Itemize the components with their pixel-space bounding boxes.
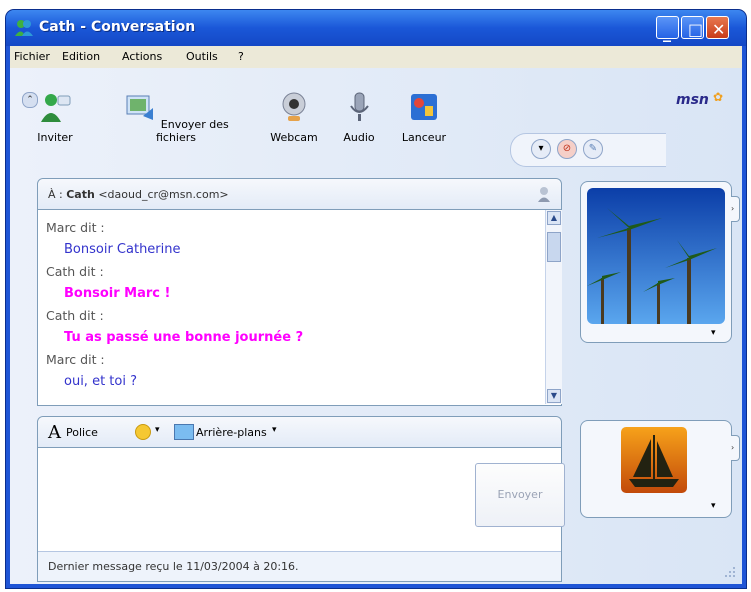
display-picture-menu-icon[interactable]: ▾ xyxy=(711,328,716,338)
menu-edition[interactable]: Edition xyxy=(62,50,100,63)
font-icon[interactable]: A xyxy=(48,422,61,443)
block-contact-button[interactable]: ⊘ xyxy=(557,139,577,159)
message-history[interactable]: Marc dit : Bonsoir Catherine Cath dit : Bon… xyxy=(38,210,545,404)
customize-button[interactable]: ✎ xyxy=(583,139,603,159)
invite-button[interactable]: Inviter xyxy=(30,90,80,144)
msn-logo: msn xyxy=(676,92,709,108)
emoticon-icon[interactable] xyxy=(135,424,151,440)
expand-contact-picture-button[interactable]: › xyxy=(731,196,740,222)
background-image-icon[interactable] xyxy=(174,424,194,440)
recipient-name: Cath xyxy=(66,188,95,201)
message-line: oui, et toi ? xyxy=(64,374,137,389)
menu-fichier[interactable]: Fichier xyxy=(14,50,50,63)
compose-panel: A Police ▾ Arrière-plans ▾ Envoyer Derni… xyxy=(37,416,565,582)
speaker-line: Cath dit : xyxy=(46,308,104,323)
menu-actions[interactable]: Actions xyxy=(122,50,162,63)
sailboat-picture[interactable] xyxy=(621,427,687,493)
window-client-area: ⌃ Inviter Envoyer des fichiers Webcam Au… xyxy=(10,68,742,584)
conversation-panel: À : Cath <daoud_cr@msn.com> Marc dit : Bo… xyxy=(37,178,562,406)
invite-label: Inviter xyxy=(37,131,73,144)
background-label[interactable]: Arrière-plans xyxy=(196,426,267,439)
message-line: Bonsoir Marc ! xyxy=(64,286,171,301)
message-line: Bonsoir Catherine xyxy=(64,242,181,257)
window-title: Cath - Conversation xyxy=(39,19,196,35)
maximize-button[interactable]: □ xyxy=(681,16,704,39)
invite-contact-icon xyxy=(41,94,71,122)
compose-toolbar: A Police ▾ Arrière-plans ▾ xyxy=(38,417,561,448)
webcam-icon xyxy=(282,92,306,121)
font-label[interactable]: Police xyxy=(66,426,98,439)
launcher-button[interactable]: Lanceur xyxy=(393,90,455,144)
speaker-line: Cath dit : xyxy=(46,264,104,279)
title-bar[interactable]: Cath - Conversation _ □ ✕ xyxy=(6,10,746,46)
conversation-window: Cath - Conversation _ □ ✕ Fichier Editio… xyxy=(6,10,746,588)
menu-outils[interactable]: Outils xyxy=(186,50,218,63)
scroll-thumb[interactable] xyxy=(547,232,561,262)
close-button[interactable]: ✕ xyxy=(706,16,729,39)
contact-display-picture-frame: ▾ xyxy=(580,181,732,343)
audio-label: Audio xyxy=(343,131,375,144)
expand-my-picture-button[interactable]: › xyxy=(731,435,740,461)
message-line: Tu as passé une bonne journée ? xyxy=(64,330,304,345)
status-bar: Dernier message reçu le 11/03/2004 à 20:… xyxy=(38,551,561,581)
recipient-prefix: À : xyxy=(48,188,63,201)
palm-trees-picture[interactable] xyxy=(587,188,725,324)
launcher-label: Lanceur xyxy=(401,131,447,144)
menu-bar: Fichier Edition Actions Outils ? xyxy=(10,46,742,68)
last-message-status: Dernier message reçu le 11/03/2004 à 20:… xyxy=(48,560,299,573)
speaker-line: Marc dit : xyxy=(46,352,105,367)
send-files-icon xyxy=(126,95,154,120)
send-files-button[interactable]: Envoyer des fichiers xyxy=(112,90,240,144)
history-scrollbar[interactable]: ▲ ▼ xyxy=(545,210,562,404)
resize-grip-icon[interactable] xyxy=(722,564,736,578)
contact-card-icon[interactable] xyxy=(536,185,552,203)
dropdown-options-button[interactable]: ▾ xyxy=(531,139,551,159)
webcam-button[interactable]: Webcam xyxy=(263,90,325,144)
webcam-label: Webcam xyxy=(270,131,318,144)
scroll-down-button[interactable]: ▼ xyxy=(547,389,561,403)
msn-butterfly-icon: ✿ xyxy=(713,90,724,104)
background-dropdown-icon[interactable]: ▾ xyxy=(272,425,277,435)
toolbar: ⌃ Inviter Envoyer des fichiers Webcam Au… xyxy=(10,68,742,168)
my-display-picture-frame: ▾ xyxy=(580,420,732,518)
audio-button[interactable]: Audio xyxy=(339,90,379,144)
emoticon-dropdown-icon[interactable]: ▾ xyxy=(155,425,160,435)
message-input[interactable] xyxy=(38,448,458,548)
minimize-button[interactable]: _ xyxy=(656,16,679,42)
activities-launcher-icon xyxy=(411,94,437,120)
microphone-icon xyxy=(350,92,369,121)
menu-help[interactable]: ? xyxy=(238,50,244,63)
my-picture-menu-icon[interactable]: ▾ xyxy=(711,501,716,511)
recipient-bar: À : Cath <daoud_cr@msn.com> xyxy=(38,179,561,210)
send-files-label: Envoyer des fichiers xyxy=(155,118,229,144)
speaker-line: Marc dit : xyxy=(46,220,105,235)
scroll-up-button[interactable]: ▲ xyxy=(547,211,561,225)
send-button[interactable]: Envoyer xyxy=(475,463,565,527)
msn-buddy-icon xyxy=(15,20,33,36)
recipient-email: <daoud_cr@msn.com> xyxy=(98,188,229,201)
